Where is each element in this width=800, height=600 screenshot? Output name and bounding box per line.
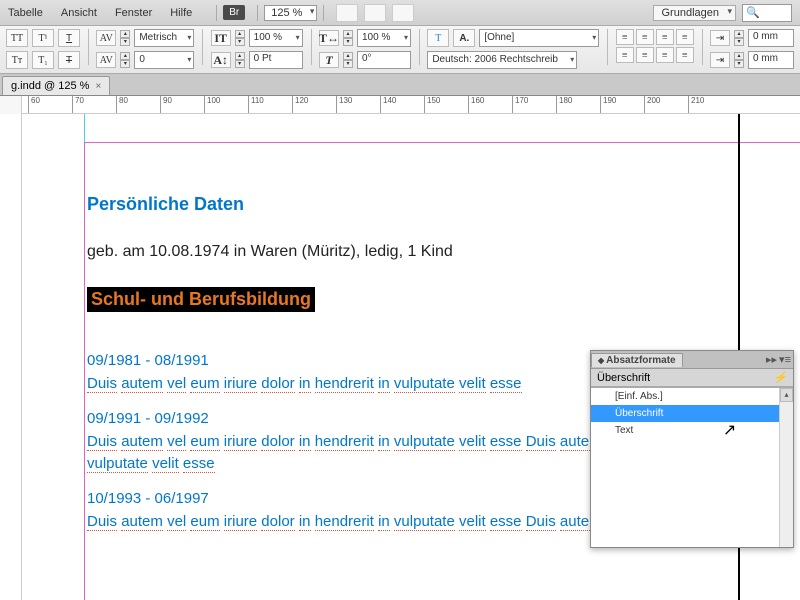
strikethrough-icon[interactable]: T <box>58 51 80 69</box>
ruler-tick: 100 <box>204 96 220 113</box>
panel-tab-row: ◆ Absatzformate ▸▸ ▾≡ <box>591 351 793 369</box>
hscale-dropdown[interactable]: 100 % <box>357 29 411 47</box>
indent-first-icon: ⇥ <box>710 52 730 68</box>
ruler-tick: 150 <box>424 96 440 113</box>
panel-current-style: Überschrift ⚡ <box>591 369 793 387</box>
search-icon: 🔍 <box>746 6 760 19</box>
panel-menu-icon[interactable]: ▾≡ <box>779 353 791 366</box>
hscale-icon: T↔ <box>319 30 339 46</box>
justify-left-icon[interactable]: ≡ <box>616 47 634 63</box>
menu-fenster[interactable]: Fenster <box>115 7 152 19</box>
ruler-tick: 80 <box>116 96 128 113</box>
justify-right-icon[interactable]: ≡ <box>656 47 674 63</box>
kerning-dropdown[interactable]: Metrisch <box>134 29 194 47</box>
vscale-icon: IT <box>211 30 231 46</box>
document-tab-bar: g.indd @ 125 % × <box>0 74 800 96</box>
indent-first-stepper[interactable]: ▴▾ <box>734 52 744 68</box>
skew-stepper[interactable]: ▴▾ <box>343 52 353 68</box>
justify-icon[interactable]: ≡ <box>676 29 694 45</box>
ruler-tick: 140 <box>380 96 396 113</box>
ruler-tick: 110 <box>248 96 264 113</box>
fill-icon[interactable]: T <box>427 29 449 47</box>
align-right-icon[interactable]: ≡ <box>656 29 674 45</box>
menu-ansicht[interactable]: Ansicht <box>61 7 97 19</box>
document-tab[interactable]: g.indd @ 125 % × <box>2 76 110 95</box>
vertical-ruler <box>0 114 22 600</box>
ruler-origin[interactable] <box>0 96 22 114</box>
skew-input[interactable]: 0° <box>357 51 411 69</box>
indent-left-stepper[interactable]: ▴▾ <box>734 30 744 46</box>
align-center-icon[interactable]: ≡ <box>636 29 654 45</box>
view-mode-icon-1[interactable] <box>336 4 358 22</box>
panel-collapse-icon[interactable]: ▸▸ <box>766 353 777 366</box>
doc-body-line[interactable]: geb. am 10.08.1974 in Waren (Müritz), le… <box>87 243 780 261</box>
view-mode-icon-2[interactable] <box>364 4 386 22</box>
quick-apply-icon[interactable]: ⚡ <box>773 371 787 384</box>
charstyle-icon[interactable]: A. <box>453 29 475 47</box>
ruler-tick: 170 <box>512 96 528 113</box>
allcaps-icon[interactable]: TT <box>6 29 28 47</box>
ruler-tick: 210 <box>688 96 704 113</box>
ruler-tick: 130 <box>336 96 352 113</box>
ruler-tick: 180 <box>556 96 572 113</box>
ruler-tick: 160 <box>468 96 484 113</box>
indent-first-input[interactable]: 0 mm <box>748 51 794 69</box>
vscale-stepper[interactable]: ▴▾ <box>235 30 245 46</box>
underline-icon[interactable]: T <box>58 29 80 47</box>
workspace-dropdown[interactable]: Grundlagen <box>653 5 737 21</box>
ruler-tick: 120 <box>292 96 308 113</box>
baseline-stepper[interactable]: ▴▾ <box>235 52 245 68</box>
ruler-tick: 90 <box>160 96 172 113</box>
menu-hilfe[interactable]: Hilfe <box>170 7 192 19</box>
ruler-tick: 60 <box>28 96 40 113</box>
subscript-icon[interactable]: T₁ <box>32 51 54 69</box>
panel-current-label: Überschrift <box>597 372 650 384</box>
smallcaps-icon[interactable]: Tᴛ <box>6 51 28 69</box>
indent-left-icon: ⇥ <box>710 30 730 46</box>
style-item[interactable]: Überschrift <box>591 405 793 422</box>
panel-tab-label: Absatzformate <box>606 355 675 366</box>
align-left-icon[interactable]: ≡ <box>616 29 634 45</box>
style-item[interactable]: [Einf. Abs.] <box>591 388 793 405</box>
style-item[interactable]: Text <box>591 422 793 439</box>
panel-tab-absatzformate[interactable]: ◆ Absatzformate <box>591 353 683 367</box>
horizontal-ruler: 60 70 80 90 100 110 120 130 140 150 160 170 180 190 20… <box>0 96 800 114</box>
tracking-dropdown[interactable]: 0 <box>134 51 194 69</box>
doc-heading-1[interactable]: Persönliche Daten <box>87 194 780 215</box>
ruler-tick: 200 <box>644 96 660 113</box>
skew-icon: T <box>319 52 339 68</box>
search-field[interactable]: 🔍 <box>742 4 792 22</box>
control-bar: TT T¹ T Tᴛ T₁ T A͏V ▴▾ Metrisch A͏V ▴▾ 0… <box>0 26 800 74</box>
ruler-tick: 190 <box>600 96 616 113</box>
zoom-dropdown[interactable]: 125 % <box>264 5 317 21</box>
view-mode-icon-3[interactable] <box>392 4 414 22</box>
document-tab-label: g.indd @ 125 % <box>11 80 89 92</box>
menu-bar: Tabelle Ansicht Fenster Hilfe Br 125 % G… <box>0 0 800 26</box>
tracking-stepper[interactable]: ▴▾ <box>120 52 130 68</box>
close-tab-icon[interactable]: × <box>95 81 101 92</box>
hscale-stepper[interactable]: ▴▾ <box>343 30 353 46</box>
justify-all-icon[interactable]: ≡ <box>676 47 694 63</box>
panel-scrollbar[interactable]: ▴ <box>779 388 793 547</box>
justify-center-icon[interactable]: ≡ <box>636 47 654 63</box>
paragraph-styles-panel[interactable]: ◆ Absatzformate ▸▸ ▾≡ Überschrift ⚡ [Ein… <box>590 350 794 548</box>
panel-diamond-icon: ◆ <box>598 356 604 365</box>
charstyle-dropdown[interactable]: [Ohne] <box>479 29 599 47</box>
menu-tabelle[interactable]: Tabelle <box>8 7 43 19</box>
ruler-tick: 70 <box>72 96 84 113</box>
tracking-icon: A͏V <box>96 52 116 68</box>
language-dropdown[interactable]: Deutsch: 2006 Rechtschreib <box>427 51 577 69</box>
baseline-icon: A↕ <box>211 52 231 68</box>
superscript-icon[interactable]: T¹ <box>32 29 54 47</box>
vscale-dropdown[interactable]: 100 % <box>249 29 303 47</box>
panel-style-list[interactable]: [Einf. Abs.]ÜberschriftText ▴ <box>591 387 793 547</box>
kerning-icon: A͏V <box>96 30 116 46</box>
doc-heading-selected[interactable]: Schul- und Berufsbildung <box>87 287 315 312</box>
scroll-up-icon[interactable]: ▴ <box>780 388 793 402</box>
indent-left-input[interactable]: 0 mm <box>748 29 794 47</box>
bridge-badge[interactable]: Br <box>223 5 245 20</box>
baseline-input[interactable]: 0 Pt <box>249 51 303 69</box>
kerning-stepper[interactable]: ▴▾ <box>120 30 130 46</box>
